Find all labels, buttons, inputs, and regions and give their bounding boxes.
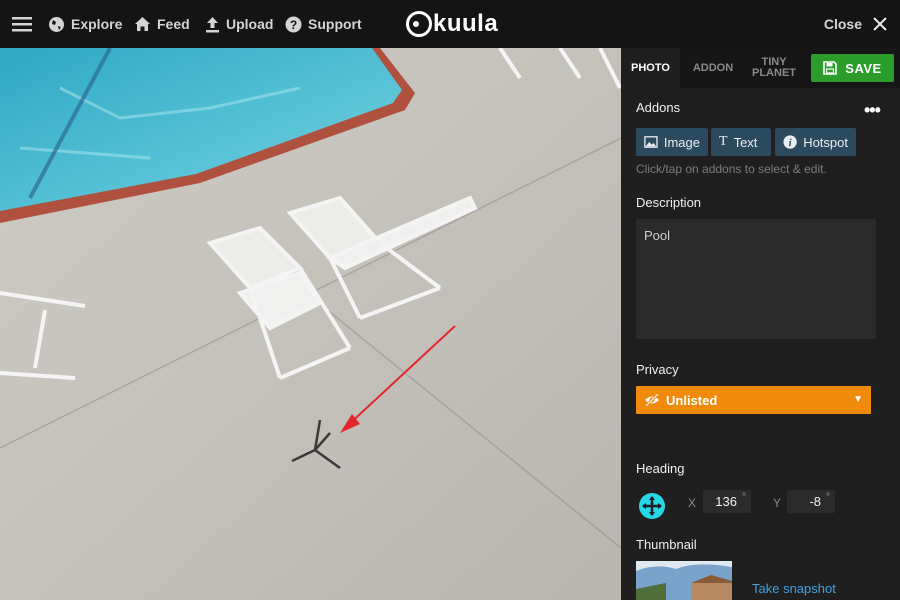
menu-button[interactable] xyxy=(12,0,38,48)
close-icon xyxy=(873,17,887,31)
menu-icon xyxy=(12,17,32,32)
panorama-photo xyxy=(0,48,621,600)
floppy-icon xyxy=(823,61,838,75)
thumbnail-image xyxy=(636,561,732,600)
nav-upload[interactable]: Upload xyxy=(205,0,273,48)
svg-text:i: i xyxy=(789,138,792,149)
nav-support-label: Support xyxy=(308,16,362,32)
panel-tabs: PHOTO ADDON TINY PLANET SAVE xyxy=(621,48,900,88)
image-icon xyxy=(644,136,658,148)
logo-text: kuula xyxy=(433,10,499,37)
close-label: Close xyxy=(823,16,862,32)
info-icon: i xyxy=(783,135,797,149)
add-hotspot-button[interactable]: i Hotspot xyxy=(775,128,856,156)
eye-slash-icon xyxy=(645,393,659,407)
logo-ring-icon xyxy=(406,11,432,37)
heading-y-degree: ° xyxy=(826,492,830,503)
tab-tiny-planet[interactable]: TINY PLANET xyxy=(745,48,803,88)
add-image-button[interactable]: Image xyxy=(636,128,708,156)
nav-explore[interactable]: Explore xyxy=(48,0,122,48)
heading-y-label: Y xyxy=(773,496,782,510)
nav-feed-label: Feed xyxy=(157,16,190,32)
edit-panel: PHOTO ADDON TINY PLANET SAVE Addons ••• … xyxy=(621,48,900,600)
description-title: Description xyxy=(636,195,702,210)
save-label: SAVE xyxy=(845,60,882,76)
take-snapshot-link[interactable]: Take snapshot xyxy=(752,581,836,596)
nav-explore-label: Explore xyxy=(71,16,123,32)
nav-feed[interactable]: Feed xyxy=(134,0,190,48)
privacy-title: Privacy xyxy=(636,362,679,377)
description-field[interactable]: Pool xyxy=(636,219,876,339)
add-image-label: Image xyxy=(663,134,700,150)
close-button[interactable]: Close xyxy=(824,0,888,48)
add-hotspot-label: Hotspot xyxy=(803,134,848,150)
tab-tiny-planet-line2: PLANET xyxy=(752,67,796,79)
add-text-label: Text xyxy=(733,134,758,150)
tab-addon[interactable]: ADDON xyxy=(683,48,743,88)
text-icon: T xyxy=(719,134,728,149)
nav-support[interactable]: ? Support xyxy=(285,0,362,48)
addons-more-button[interactable]: ••• xyxy=(864,100,881,121)
top-bar: Explore Feed Upload ? Support kuula Clos… xyxy=(0,0,900,48)
help-icon: ? xyxy=(285,16,302,32)
addons-hint: Click/tap on addons to select & edit. xyxy=(636,162,827,176)
privacy-value: Unlisted xyxy=(666,392,718,408)
heading-x-label: X xyxy=(688,496,697,510)
save-button[interactable]: SAVE xyxy=(811,54,894,82)
heading-x-degree: ° xyxy=(742,492,746,503)
tab-photo[interactable]: PHOTO xyxy=(621,48,680,88)
chevron-down-icon: ▼ xyxy=(853,394,863,405)
nav-upload-label: Upload xyxy=(226,16,274,32)
svg-text:?: ? xyxy=(290,18,297,32)
upload-icon xyxy=(206,16,219,32)
panorama-viewer[interactable] xyxy=(0,48,621,600)
home-icon xyxy=(135,17,150,31)
globe-icon xyxy=(49,16,64,32)
heading-title: Heading xyxy=(636,461,685,476)
crosshair-icon[interactable] xyxy=(639,493,665,519)
add-text-button[interactable]: T Text xyxy=(711,128,771,156)
kuula-logo[interactable]: kuula xyxy=(406,8,498,40)
privacy-select[interactable]: Unlisted ▼ xyxy=(636,386,871,414)
addons-title: Addons xyxy=(636,100,681,115)
thumbnail-title: Thumbnail xyxy=(636,537,697,552)
